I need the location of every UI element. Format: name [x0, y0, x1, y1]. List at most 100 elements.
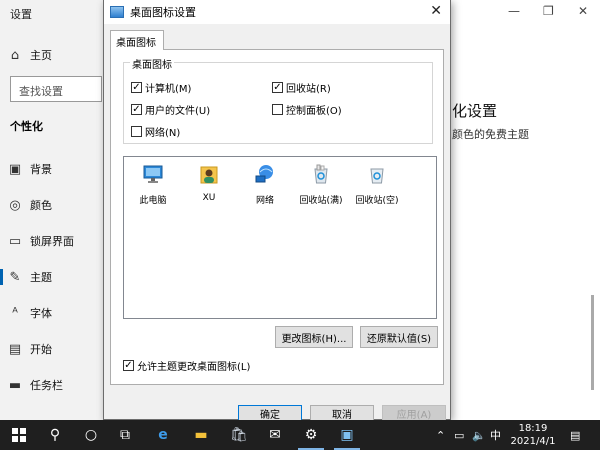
font-icon: ᴬ: [12, 305, 18, 321]
sidebar-item-taskbar[interactable]: ▬ 任务栏: [0, 372, 104, 398]
desktop-icon-list[interactable]: 此电脑 XU 网络 回收站(满) 回收站(空): [123, 156, 437, 319]
date-text: 2021/4/1: [510, 436, 556, 447]
checkbox-box[interactable]: ✓: [131, 82, 142, 93]
sidebar-item-colors[interactable]: ◎ 颜色: [0, 192, 104, 218]
volume-icon[interactable]: 🔈: [472, 420, 486, 450]
sidebar-item-label: 主题: [30, 271, 52, 284]
notifications-icon[interactable]: ▤: [570, 420, 580, 450]
checkbox-box[interactable]: ✓: [272, 82, 283, 93]
monitor-icon: [110, 6, 124, 18]
group-label: 桌面图标: [130, 56, 174, 71]
sidebar-item-label: 颜色: [30, 199, 52, 212]
palette-icon: ◎: [9, 197, 21, 213]
control-panel-checkbox[interactable]: 控制面板(O): [272, 102, 342, 117]
item-label: 回收站(空): [355, 196, 399, 206]
file-explorer-icon[interactable]: ▬: [184, 420, 218, 450]
sidebar-item-label: 字体: [30, 307, 52, 320]
sidebar-item-lock-screen[interactable]: ▭ 锁屏界面: [0, 228, 104, 254]
windows-logo-icon: [12, 428, 26, 442]
sidebar-item-fonts[interactable]: ᴬ 字体: [0, 300, 104, 326]
list-item[interactable]: 回收站(空): [350, 163, 404, 206]
checkbox-box[interactable]: ✓: [123, 360, 134, 371]
lock-screen-icon: ▭: [8, 233, 22, 249]
display-settings-icon[interactable]: ▣: [330, 420, 364, 450]
recycle-bin-empty-icon: [370, 168, 384, 184]
item-label: 网络: [255, 196, 274, 206]
start-icon: ▤: [8, 341, 22, 357]
sidebar-item-label: 主页: [30, 49, 52, 62]
checkbox-label: 控制面板(O): [286, 106, 342, 117]
user-folder-icon: [200, 166, 218, 184]
tab-panel: 桌面图标 ✓ 计算机(M) ✓ 回收站(R) ✓ 用户的文件(U) 控制面板(O…: [110, 49, 444, 385]
ok-button[interactable]: 确定: [238, 405, 302, 421]
free-themes-link[interactable]: 颜色的免费主题: [452, 126, 529, 142]
task-view-icon[interactable]: ⧉: [108, 420, 142, 450]
close-icon[interactable]: ✕: [430, 3, 442, 19]
recycle-bin-checkbox[interactable]: ✓ 回收站(R): [272, 80, 331, 95]
allow-themes-checkbox[interactable]: ✓ 允许主题更改桌面图标(L): [123, 358, 250, 373]
recycle-bin-full-icon: [314, 164, 328, 184]
settings-title: 设置: [10, 8, 32, 21]
dialog-title: 桌面图标设置: [130, 6, 196, 19]
this-pc-icon: [143, 165, 163, 183]
cortana-icon[interactable]: ○: [74, 420, 108, 450]
list-item[interactable]: 网络: [238, 163, 292, 206]
mail-icon[interactable]: ✉: [258, 420, 292, 450]
edge-icon[interactable]: e: [146, 420, 180, 450]
item-label: 此电脑: [139, 196, 167, 206]
cancel-button[interactable]: 取消: [310, 405, 374, 421]
sidebar-item-themes[interactable]: ✎ 主题: [0, 264, 104, 290]
list-item[interactable]: XU: [182, 163, 236, 203]
show-hidden-icons-icon[interactable]: ⌃: [436, 420, 445, 450]
scrollbar[interactable]: [591, 295, 594, 390]
list-item[interactable]: 回收站(满): [294, 163, 348, 206]
checkbox-box[interactable]: ✓: [131, 104, 142, 115]
minimize-icon[interactable]: —: [508, 4, 520, 18]
tab-desktop-icons[interactable]: 桌面图标: [110, 30, 164, 50]
settings-gear-icon[interactable]: ⚙: [294, 420, 328, 450]
desktop-icons-group: 桌面图标 ✓ 计算机(M) ✓ 回收站(R) ✓ 用户的文件(U) 控制面板(O…: [123, 56, 433, 144]
apply-button[interactable]: 应用(A): [382, 405, 446, 421]
list-item[interactable]: 此电脑: [126, 163, 180, 206]
sidebar-item-home[interactable]: ⌂ 主页: [0, 42, 104, 68]
input-method-indicator[interactable]: 中: [490, 420, 501, 450]
user-files-checkbox[interactable]: ✓ 用户的文件(U): [131, 102, 210, 117]
sidebar-item-label: 背景: [30, 163, 52, 176]
checkbox-box[interactable]: [272, 104, 283, 115]
checkbox-label: 用户的文件(U): [145, 106, 211, 117]
picture-icon: ▣: [8, 161, 22, 177]
checkbox-box[interactable]: [131, 126, 142, 137]
sidebar-item-label: 任务栏: [30, 379, 63, 392]
dialog-titlebar[interactable]: 桌面图标设置 ✕: [104, 0, 450, 24]
taskbar-icon: ▬: [8, 377, 22, 393]
brush-icon: ✎: [9, 269, 21, 285]
desktop-icon-settings-dialog: 桌面图标设置 ✕ 桌面图标 桌面图标 ✓ 计算机(M) ✓ 回收站(R) ✓ 用…: [103, 0, 451, 421]
sidebar-item-start[interactable]: ▤ 开始: [0, 336, 104, 362]
time-text: 18:19: [518, 423, 548, 434]
taskbar: ⚲ ○ ⧉ e ▬ 🛍 ✉ ⚙ ▣ ⌃ ▭ 🔈 中 18:19 2021/4/1…: [0, 420, 600, 450]
clock[interactable]: 18:19 2021/4/1: [506, 422, 560, 448]
search-icon[interactable]: ⚲: [38, 420, 72, 450]
store-icon[interactable]: 🛍: [222, 420, 256, 450]
page-title: 化设置: [452, 102, 498, 120]
change-icon-button[interactable]: 更改图标(H)...: [275, 326, 353, 348]
close-icon[interactable]: ✕: [578, 4, 588, 18]
search-input[interactable]: 查找设置: [10, 76, 102, 102]
settings-sidebar: 设置 ⌂ 主页 查找设置 个性化 ▣ 背景 ◎ 颜色 ▭ 锁屏界面 ✎ 主题 ᴬ…: [0, 0, 104, 420]
windows-start-icon[interactable]: [2, 420, 36, 450]
item-label: XU: [202, 193, 216, 203]
network-icon: [255, 165, 273, 183]
restore-default-button[interactable]: 还原默认值(S): [360, 326, 438, 348]
network-checkbox[interactable]: 网络(N): [131, 124, 180, 139]
sidebar-item-background[interactable]: ▣ 背景: [0, 156, 104, 182]
checkbox-label: 计算机(M): [145, 84, 192, 95]
checkbox-label: 允许主题更改桌面图标(L): [137, 362, 251, 373]
section-heading: 个性化: [10, 120, 43, 133]
sidebar-item-label: 锁屏界面: [30, 235, 74, 248]
checkbox-label: 回收站(R): [286, 84, 331, 95]
sidebar-item-label: 开始: [30, 343, 52, 356]
computer-checkbox[interactable]: ✓ 计算机(M): [131, 80, 191, 95]
restore-icon[interactable]: ❐: [543, 4, 554, 18]
home-icon: ⌂: [10, 47, 20, 63]
network-status-icon[interactable]: ▭: [454, 420, 464, 450]
